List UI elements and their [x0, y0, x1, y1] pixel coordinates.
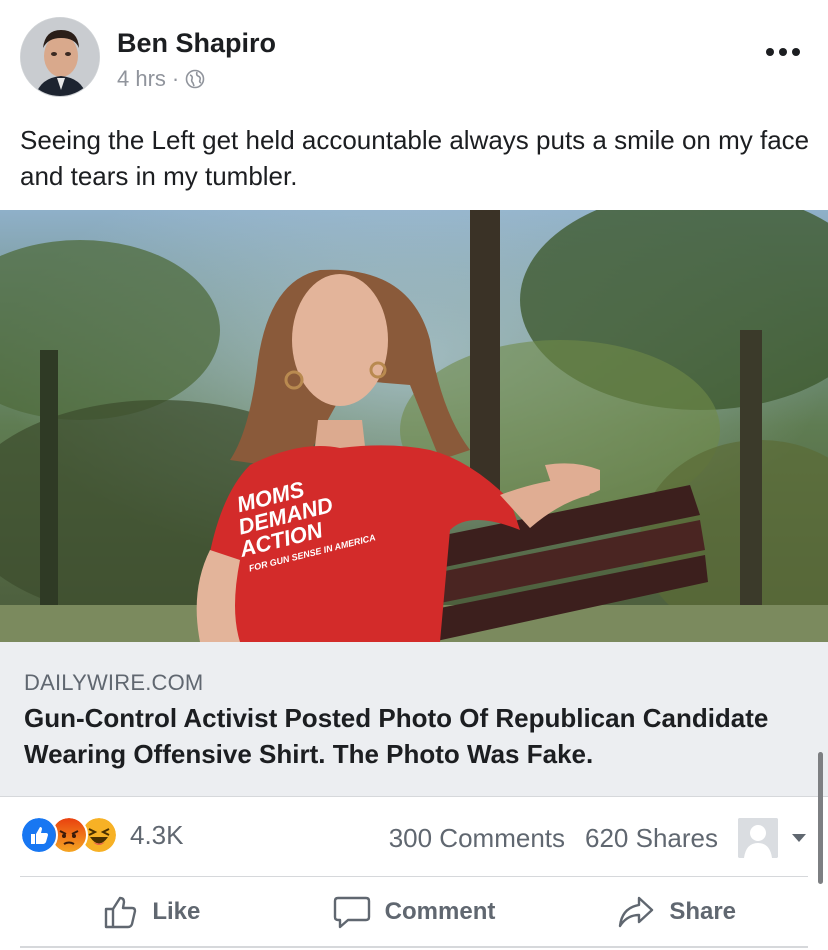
- meta-separator: ·: [171, 66, 180, 91]
- more-dot: [792, 48, 800, 56]
- reaction-count: 4.3K: [130, 819, 184, 850]
- shares-count[interactable]: 620 Shares: [585, 823, 718, 854]
- avatar-image: [21, 18, 99, 96]
- chevron-down-icon: [792, 834, 806, 842]
- comment-button[interactable]: Comment: [283, 878, 546, 946]
- link-preview-card[interactable]: DAILYWIRE.COM Gun-Control Activist Poste…: [0, 642, 828, 797]
- comment-icon: [333, 896, 370, 929]
- link-headline: Gun-Control Activist Posted Photo Of Rep…: [24, 703, 769, 769]
- profile-placeholder-icon: [738, 818, 778, 858]
- comments-count[interactable]: 300 Comments: [389, 823, 565, 854]
- post-header: Ben Shapiro 4 hrs ·: [0, 0, 828, 110]
- more-dot: [766, 48, 774, 56]
- like-label: Like: [152, 898, 201, 925]
- like-reaction-icon: [20, 816, 58, 854]
- reaction-profile-selector[interactable]: [738, 818, 808, 858]
- link-domain: DAILYWIRE.COM: [24, 670, 204, 695]
- post-actions: Like Comment Share: [20, 878, 808, 946]
- author-name[interactable]: Ben Shapiro: [117, 28, 276, 59]
- share-label: Share: [669, 898, 737, 925]
- globe-icon: [185, 69, 205, 89]
- bottom-divider: [20, 946, 808, 948]
- divider: [20, 876, 808, 877]
- author-avatar[interactable]: [20, 17, 100, 97]
- more-options-icon[interactable]: [766, 44, 800, 60]
- woman-on-bench-image: MOMS DEMAND ACTION FOR GUN SENSE IN AMER…: [0, 210, 828, 642]
- thumbs-up-icon: [105, 896, 137, 929]
- like-button[interactable]: Like: [20, 878, 283, 946]
- link-preview-photo[interactable]: MOMS DEMAND ACTION FOR GUN SENSE IN AMER…: [0, 210, 828, 642]
- share-arrow-icon: [619, 896, 654, 928]
- more-dot: [779, 48, 787, 56]
- share-button[interactable]: Share: [545, 878, 808, 946]
- post-text: Seeing the Left get held accountable alw…: [20, 125, 810, 191]
- engagement-stats: 300 Comments 620 Shares: [389, 816, 808, 860]
- post-time[interactable]: 4 hrs: [117, 66, 166, 92]
- scrollbar[interactable]: [818, 752, 823, 884]
- reactions-summary[interactable]: 4.3K: [20, 816, 184, 854]
- comment-label: Comment: [384, 898, 496, 925]
- post-meta: 4 hrs ·: [117, 66, 205, 92]
